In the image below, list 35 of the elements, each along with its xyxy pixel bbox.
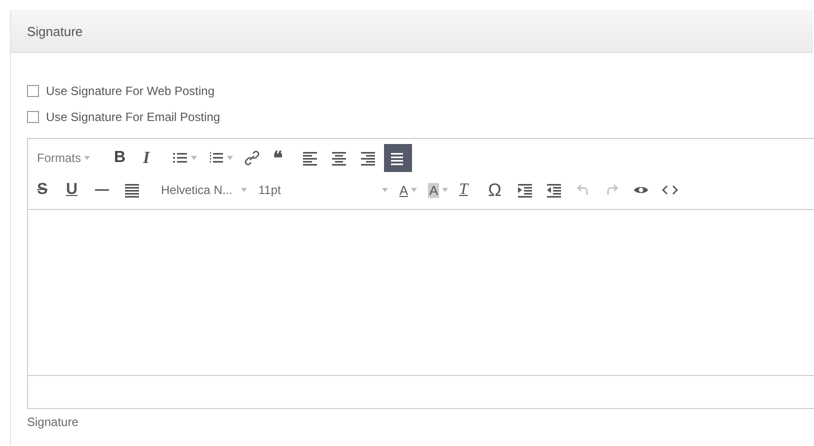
horizontal-rule-icon (95, 189, 109, 191)
caret-icon (241, 188, 248, 192)
text-color-button[interactable]: A (394, 176, 422, 204)
caret-icon (411, 188, 418, 192)
checkbox-label: Use Signature For Web Posting (46, 84, 215, 98)
caret-icon (84, 156, 90, 160)
background-color-button[interactable]: A (423, 176, 454, 204)
outdent-icon (546, 182, 562, 198)
caret-icon (227, 156, 234, 160)
lines-icon (124, 182, 140, 198)
clear-format-button[interactable]: T (454, 176, 482, 204)
underline-button[interactable]: U (61, 176, 89, 204)
italic-button[interactable]: I (138, 144, 166, 172)
bold-button[interactable]: B (109, 144, 138, 172)
caret-icon (382, 188, 388, 192)
align-left-icon (302, 150, 318, 166)
caret-icon (442, 188, 448, 192)
align-center-icon (331, 150, 348, 166)
strikethrough-button[interactable]: S (32, 176, 60, 204)
formats-dropdown[interactable]: Formats (32, 144, 96, 172)
font-size-dropdown[interactable]: 11pt (253, 176, 394, 204)
checkbox[interactable] (27, 110, 39, 122)
panel-title: Signature (27, 24, 83, 38)
font-family-dropdown[interactable]: Helvetica N... (156, 176, 252, 204)
align-justify-icon (389, 150, 406, 166)
field-label: Signature (27, 415, 80, 429)
align-justify-button[interactable] (384, 144, 412, 172)
special-character-button[interactable]: Ω (483, 176, 512, 204)
link-icon (244, 150, 260, 166)
checkbox-label: Use Signature For Email Posting (46, 110, 220, 124)
caret-icon (191, 156, 198, 160)
checkbox[interactable] (27, 85, 39, 97)
indent-icon (517, 182, 534, 198)
align-right-icon (360, 150, 376, 166)
quote-button[interactable]: ❝ (268, 144, 296, 172)
